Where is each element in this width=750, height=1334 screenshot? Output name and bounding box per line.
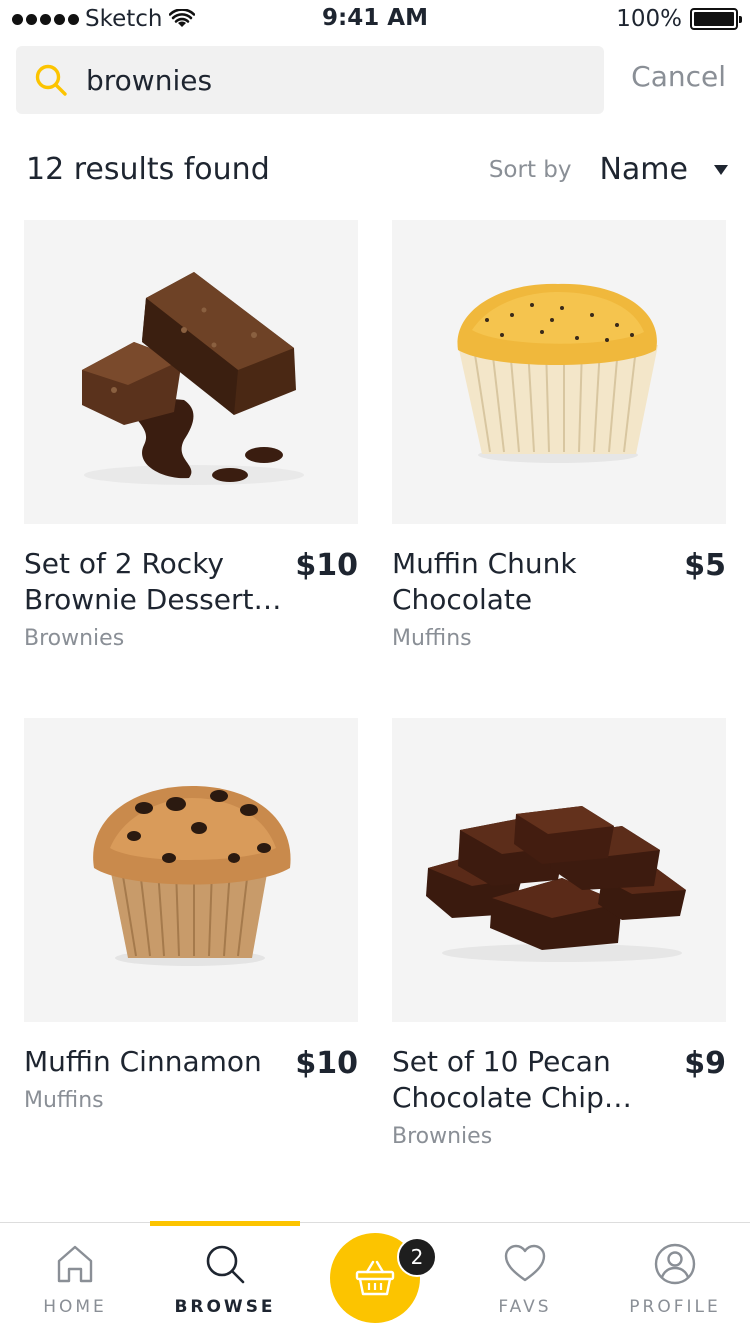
product-card[interactable]: Muffin Cinnamon $10 Muffins	[24, 718, 358, 1113]
tab-label: FAVS	[498, 1297, 552, 1317]
chocolate-chip-muffin-image	[93, 786, 291, 966]
product-title[interactable]: Set of 2 Rocky Brownie Dessert…	[24, 546, 286, 618]
search-box[interactable]	[16, 46, 604, 114]
basket-icon	[355, 1260, 395, 1296]
battery-icon	[690, 8, 742, 30]
product-card[interactable]: Set of 10 Pecan Chocolate Chip… $9 Brown…	[392, 718, 726, 1149]
results-count: 12 results found	[26, 152, 270, 187]
home-icon	[57, 1245, 93, 1283]
caret-down-icon	[714, 164, 728, 175]
product-category: Brownies	[24, 626, 125, 651]
product-title[interactable]: Muffin Chunk Chocolate	[392, 546, 654, 618]
user-icon	[654, 1243, 696, 1285]
product-category: Muffins	[24, 1088, 104, 1113]
tab-browse[interactable]: BROWSE	[150, 1223, 300, 1334]
product-price: $10	[295, 548, 358, 583]
tab-label: BROWSE	[174, 1297, 276, 1317]
search-input[interactable]	[86, 63, 566, 97]
tab-bar: HOME BROWSE 2 FAVS PROFILE	[0, 1221, 750, 1334]
muffin-image	[457, 283, 658, 463]
stacked-brownies-image	[426, 806, 686, 962]
product-price: $9	[684, 1046, 726, 1081]
product-image-stacked-brownies[interactable]	[392, 718, 726, 1022]
product-image-muffin[interactable]	[392, 220, 726, 524]
sort-dropdown[interactable]: Sort by Name	[489, 152, 728, 187]
search-icon	[35, 64, 67, 96]
heart-icon	[504, 1244, 546, 1282]
product-image-brownie-pair[interactable]	[24, 220, 358, 524]
product-card[interactable]: Muffin Chunk Chocolate $5 Muffins	[392, 220, 726, 651]
brownie-image	[82, 272, 304, 485]
sort-value[interactable]: Name	[599, 152, 688, 187]
product-price: $10	[295, 1046, 358, 1081]
battery-percent: 100%	[616, 6, 682, 32]
product-price: $5	[684, 548, 726, 583]
cancel-button[interactable]: Cancel	[631, 60, 726, 93]
status-right: 100%	[616, 6, 742, 32]
product-category: Muffins	[392, 626, 472, 651]
tab-label: HOME	[43, 1297, 107, 1317]
cart-count-badge: 2	[397, 1237, 437, 1277]
search-icon	[206, 1245, 245, 1284]
product-title[interactable]: Set of 10 Pecan Chocolate Chip…	[392, 1044, 654, 1116]
tab-favs[interactable]: FAVS	[450, 1223, 600, 1334]
tab-profile[interactable]: PROFILE	[600, 1223, 750, 1334]
tab-home[interactable]: HOME	[0, 1223, 150, 1334]
product-title[interactable]: Muffin Cinnamon	[24, 1044, 286, 1080]
product-category: Brownies	[392, 1124, 493, 1149]
sort-label: Sort by	[488, 156, 572, 183]
status-bar: Sketch 9:41 AM 100%	[0, 0, 750, 40]
product-card[interactable]: Set of 2 Rocky Brownie Dessert… $10 Brow…	[24, 220, 358, 651]
product-image-chocolate-chip-muffin[interactable]	[24, 718, 358, 1022]
tab-label: PROFILE	[629, 1297, 721, 1317]
